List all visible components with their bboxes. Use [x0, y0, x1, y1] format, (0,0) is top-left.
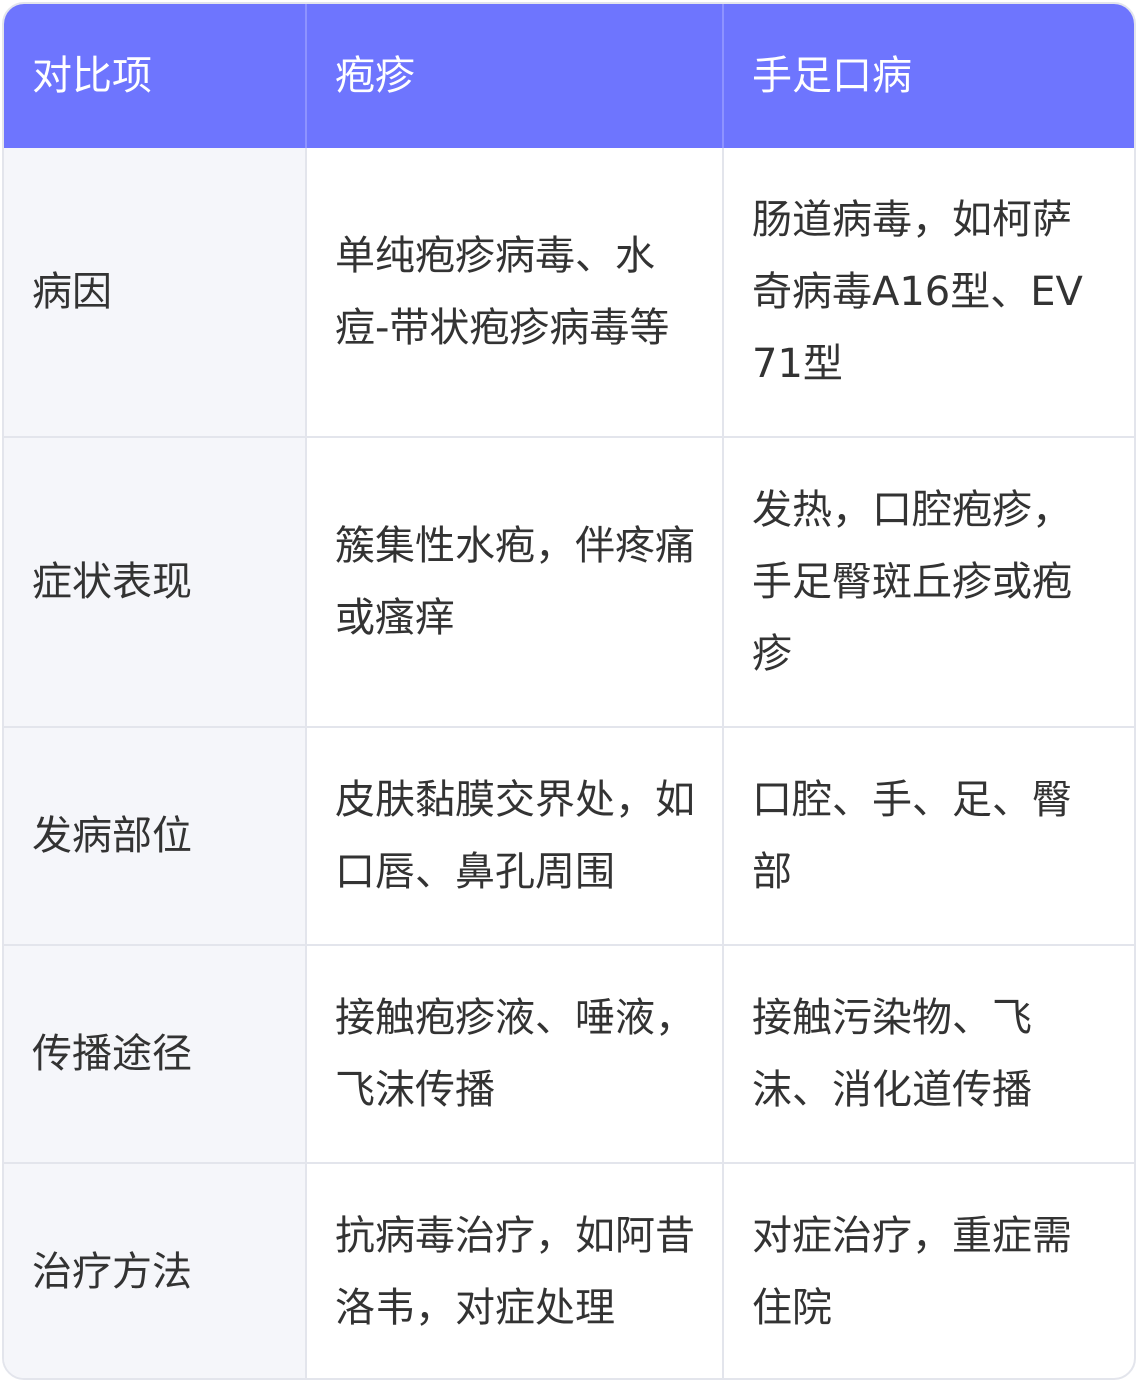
header-row: 对比项 疱疹 手足口病: [4, 4, 1134, 148]
row-label: 症状表现: [4, 437, 307, 728]
table-row: 发病部位 皮肤黏膜交界处，如口唇、鼻孔周围 口腔、手、足、臀部: [4, 727, 1134, 946]
table-row: 治疗方法 抗病毒治疗，如阿昔洛韦，对症处理 对症治疗，重症需住院: [4, 1163, 1134, 1378]
herpes-cell: 接触疱疹液、唾液，飞沫传播: [306, 945, 724, 1164]
header-cell-herpes: 疱疹: [306, 4, 724, 148]
table-body: 病因 单纯疱疹病毒、水痘-带状疱疹病毒等 肠道病毒，如柯萨奇病毒A16型、EV7…: [4, 148, 1134, 1378]
table-header: 对比项 疱疹 手足口病: [4, 4, 1134, 148]
row-label: 治疗方法: [4, 1163, 307, 1378]
hfmd-cell: 肠道病毒，如柯萨奇病毒A16型、EV71型: [723, 148, 1134, 438]
herpes-cell: 皮肤黏膜交界处，如口唇、鼻孔周围: [306, 727, 724, 946]
hfmd-cell: 口腔、手、足、臀部: [723, 727, 1134, 946]
hfmd-cell: 对症治疗，重症需住院: [752, 1213, 1072, 1331]
comparison-table: 对比项 疱疹 手足口病 病因 单纯疱疹病毒、水痘-带状疱疹病毒等 肠道病毒，如柯…: [4, 4, 1134, 1378]
row-label: 传播途径: [4, 945, 307, 1164]
herpes-cell: 抗病毒治疗，如阿昔洛韦，对症处理: [306, 1163, 724, 1378]
table-row: 病因 单纯疱疹病毒、水痘-带状疱疹病毒等 肠道病毒，如柯萨奇病毒A16型、EV7…: [4, 148, 1134, 438]
comparison-table-container: 对比项 疱疹 手足口病 病因 单纯疱疹病毒、水痘-带状疱疹病毒等 肠道病毒，如柯…: [2, 2, 1136, 1380]
herpes-cell: 簇集性水疱，伴疼痛或瘙痒: [306, 437, 724, 728]
hfmd-cell: 接触污染物、飞沫、消化道传播: [723, 945, 1134, 1164]
header-cell-item: 对比项: [4, 4, 307, 148]
table-row: 传播途径 接触疱疹液、唾液，飞沫传播 接触污染物、飞沫、消化道传播: [4, 945, 1134, 1164]
hfmd-cell: 发热，口腔疱疹，手足臀斑丘疹或疱疹: [723, 437, 1134, 728]
header-cell-hfmd: 手足口病: [723, 4, 1134, 148]
row-label: 发病部位: [4, 727, 307, 946]
table-row: 症状表现 簇集性水疱，伴疼痛或瘙痒 发热，口腔疱疹，手足臀斑丘疹或疱疹: [4, 437, 1134, 728]
row-label: 病因: [4, 148, 307, 438]
herpes-cell: 单纯疱疹病毒、水痘-带状疱疹病毒等: [306, 148, 724, 438]
